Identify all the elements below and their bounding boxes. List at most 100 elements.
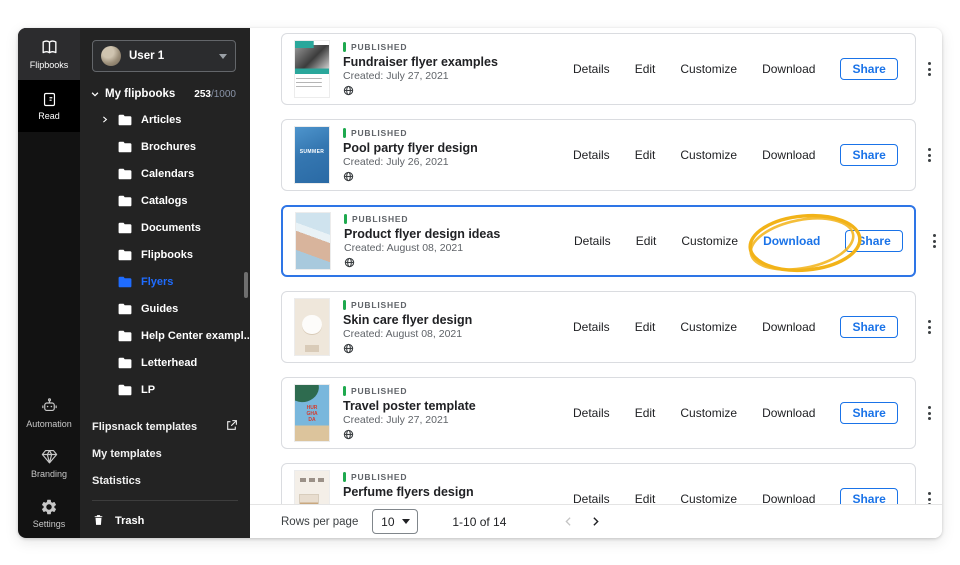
my-flipbooks-label: My flipbooks — [105, 88, 189, 100]
folder-letterhead[interactable]: Letterhead — [80, 349, 250, 376]
folder-articles[interactable]: Articles — [80, 106, 250, 133]
download-button[interactable]: Download — [762, 148, 815, 162]
previous-page-button[interactable] — [562, 515, 575, 528]
robot-icon — [40, 397, 59, 416]
customize-button[interactable]: Customize — [680, 406, 737, 420]
folder-icon — [118, 195, 132, 207]
rail-item-flipbooks[interactable]: Flipbooks — [18, 28, 80, 80]
customize-button[interactable]: Customize — [681, 234, 738, 248]
details-button[interactable]: Details — [573, 148, 610, 162]
customize-button[interactable]: Customize — [680, 148, 737, 162]
link-statistics[interactable]: Statistics — [80, 467, 250, 494]
kebab-menu-icon[interactable] — [923, 144, 936, 166]
folder-icon — [118, 222, 132, 234]
kebab-menu-icon[interactable] — [923, 316, 936, 338]
thumbnail-text: SUMMER — [295, 149, 329, 155]
rail-item-automation[interactable]: Automation — [18, 388, 80, 438]
folder-icon — [118, 249, 132, 261]
trash-icon — [92, 513, 105, 530]
share-button[interactable]: Share — [840, 144, 897, 166]
rail-item-branding[interactable]: Branding — [18, 438, 80, 488]
kebab-menu-icon[interactable] — [923, 402, 936, 424]
edit-button[interactable]: Edit — [635, 148, 656, 162]
caret-down-icon — [402, 519, 410, 524]
row-actions: Details Edit Customize Download Share — [573, 58, 936, 80]
edit-button[interactable]: Edit — [635, 320, 656, 334]
rail-item-read[interactable]: Read — [18, 80, 80, 132]
details-button[interactable]: Details — [573, 62, 610, 76]
flipbook-thumbnail[interactable] — [295, 212, 331, 270]
details-button[interactable]: Details — [574, 234, 611, 248]
user-dropdown[interactable]: User 1 — [92, 40, 236, 72]
trash-label: Trash — [115, 515, 144, 527]
kebab-menu-icon[interactable] — [923, 58, 936, 80]
folder-lp[interactable]: LP — [80, 376, 250, 403]
folder-icon — [118, 384, 132, 396]
folder-calendars[interactable]: Calendars — [80, 160, 250, 187]
folder-label: Articles — [141, 114, 181, 126]
folder-label: Flyers — [141, 276, 173, 288]
status-indicator — [344, 214, 347, 224]
trash-item[interactable]: Trash — [80, 507, 250, 535]
rail-item-settings[interactable]: Settings — [18, 488, 80, 538]
share-button[interactable]: Share — [840, 402, 897, 424]
avatar — [101, 46, 121, 66]
edit-button[interactable]: Edit — [635, 62, 656, 76]
thumbnail-text: HUR GHA DA — [295, 406, 329, 423]
rail-item-label: Read — [38, 111, 60, 121]
customize-button[interactable]: Customize — [680, 320, 737, 334]
details-button[interactable]: Details — [573, 320, 610, 334]
app-window: Flipbooks Read Automation Branding — [18, 28, 942, 538]
folder-help-center-examples[interactable]: Help Center exampl... — [80, 322, 250, 349]
pager — [562, 515, 602, 528]
download-button[interactable]: Download — [762, 320, 815, 334]
external-link-icon — [225, 419, 238, 435]
flipbook-thumbnail[interactable]: HUR GHA DA — [294, 384, 330, 442]
link-my-templates[interactable]: My templates — [80, 440, 250, 467]
details-button[interactable]: Details — [573, 406, 610, 420]
panel-links: Flipsnack templates My templates Statist… — [80, 413, 250, 494]
flipbook-thumbnail[interactable]: SUMMER — [294, 126, 330, 184]
flipbook-info: PUBLISHED Travel poster template Created… — [343, 386, 573, 440]
my-flipbooks-toggle[interactable]: My flipbooks 253/1000 — [90, 88, 236, 100]
flipbook-title: Product flyer design ideas — [344, 227, 574, 241]
folder-brochures[interactable]: Brochures — [80, 133, 250, 160]
flipbook-info: PUBLISHED Skin care flyer design Created… — [343, 300, 573, 354]
share-button[interactable]: Share — [845, 230, 902, 252]
gear-icon — [40, 498, 58, 516]
status-badge: PUBLISHED — [351, 300, 407, 310]
page: Flipbooks Read Automation Branding — [0, 0, 960, 565]
folder-flyers[interactable]: Flyers — [80, 268, 250, 295]
status-badge: PUBLISHED — [351, 42, 407, 52]
folder-catalogs[interactable]: Catalogs — [80, 187, 250, 214]
pagination-range: 1-10 of 14 — [452, 515, 506, 529]
folder-icon — [118, 303, 132, 315]
kebab-menu-icon[interactable] — [928, 230, 941, 252]
share-button[interactable]: Share — [840, 316, 897, 338]
folder-icon — [118, 357, 132, 369]
customize-button[interactable]: Customize — [680, 62, 737, 76]
next-page-button[interactable] — [589, 515, 602, 528]
flipbook-thumbnail[interactable] — [294, 298, 330, 356]
flipbook-count: 253/1000 — [194, 89, 236, 100]
rows-per-page-select[interactable]: 10 — [372, 509, 418, 534]
folder-guides[interactable]: Guides — [80, 295, 250, 322]
edit-button[interactable]: Edit — [635, 406, 656, 420]
download-button[interactable]: Download — [762, 406, 815, 420]
icon-rail: Flipbooks Read Automation Branding — [18, 28, 80, 538]
globe-icon — [344, 257, 574, 268]
folder-flipbooks[interactable]: Flipbooks — [80, 241, 250, 268]
flipbook-thumbnail[interactable] — [294, 40, 330, 98]
rail-item-label: Automation — [26, 419, 72, 429]
folder-label: Calendars — [141, 168, 194, 180]
edit-button[interactable]: Edit — [636, 234, 657, 248]
link-flipsnack-templates[interactable]: Flipsnack templates — [80, 413, 250, 440]
status-badge: PUBLISHED — [351, 128, 407, 138]
download-button[interactable]: Download — [762, 62, 815, 76]
count-used: 253 — [194, 89, 211, 100]
download-button-highlighted[interactable]: Download — [763, 234, 820, 248]
flipbook-title: Pool party flyer design — [343, 141, 573, 155]
scrollbar-thumb[interactable] — [244, 272, 248, 298]
share-button[interactable]: Share — [840, 58, 897, 80]
folder-documents[interactable]: Documents — [80, 214, 250, 241]
